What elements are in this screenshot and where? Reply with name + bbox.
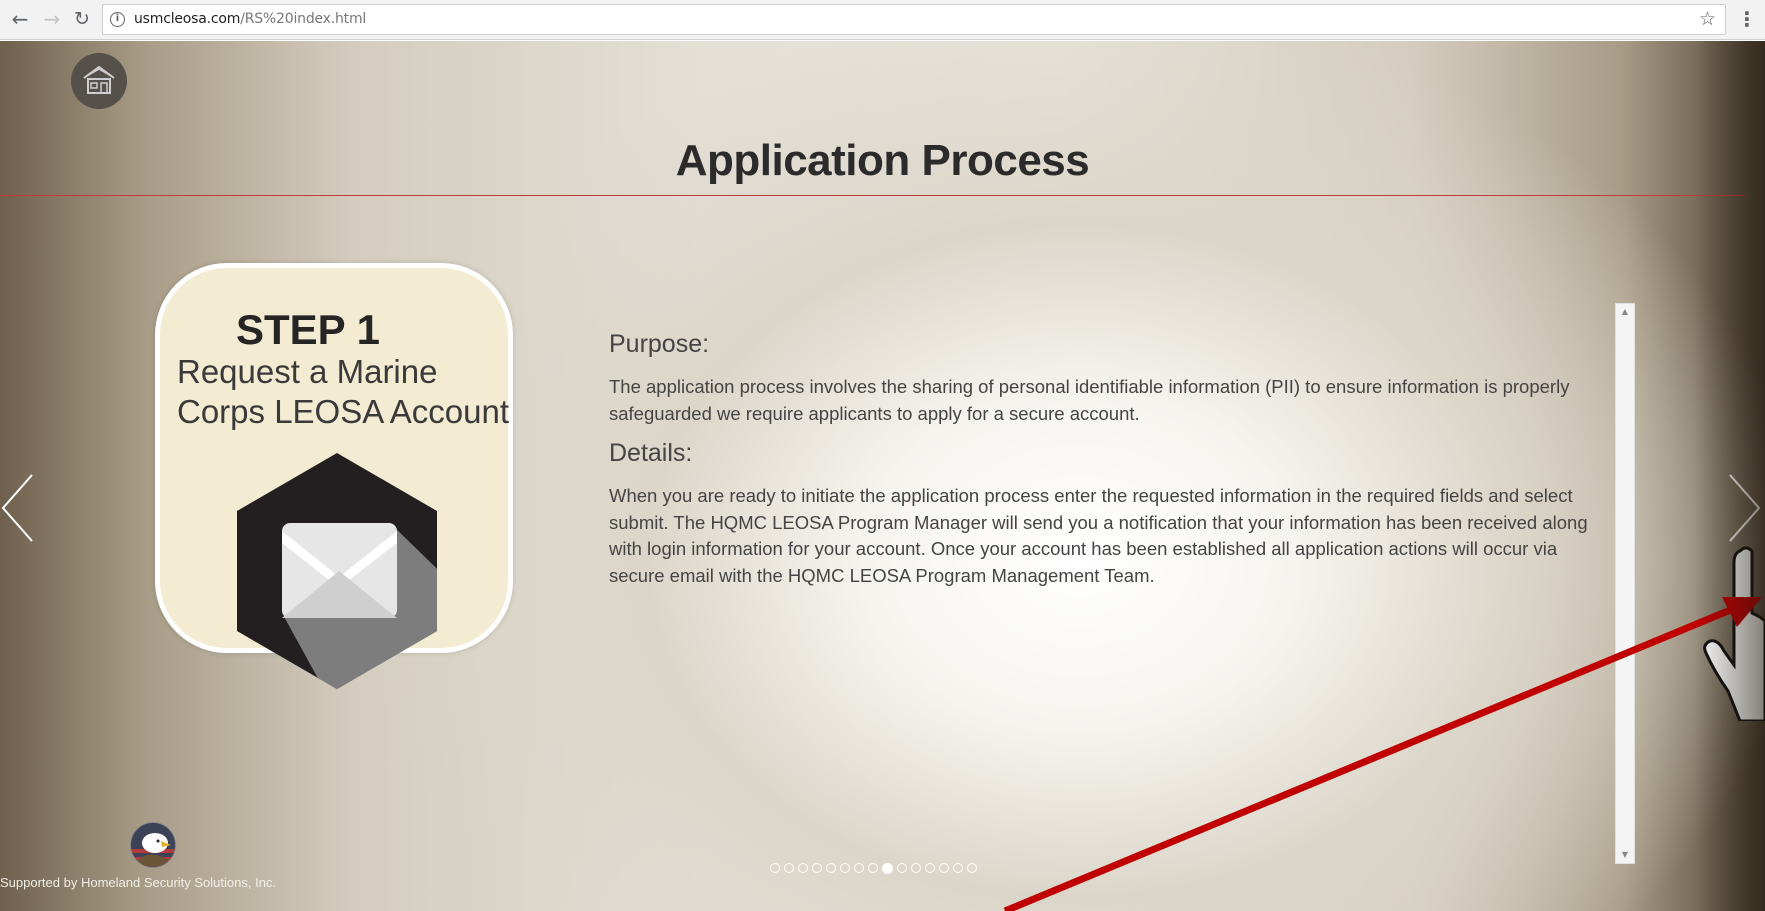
step-subtitle: Request a Marine Corps LEOSA Account [177,353,510,430]
eagle-logo [130,822,176,868]
slide-pagination [770,861,977,875]
pagination-dot[interactable] [854,863,864,873]
browser-toolbar: ← → ↻ i usmcleosa.com/RS%20index.html ☆ … [0,0,1765,40]
address-bar[interactable]: i usmcleosa.com/RS%20index.html ☆ [102,4,1726,35]
reload-icon[interactable]: ↻ [70,7,94,31]
url-domain: usmcleosa.com [134,11,241,27]
hand-cursor-icon [1703,546,1765,721]
pagination-dot[interactable] [882,862,893,874]
pagination-dot[interactable] [770,863,780,873]
details-text: When you are ready to initiate the appli… [609,485,1588,586]
url-path: /RS%20index.html [240,11,367,27]
envelope-icon [237,453,437,689]
details-heading: Details: [609,439,693,467]
home-button[interactable] [71,53,127,109]
content-scrollbar[interactable]: ▲ ▼ [1615,303,1635,864]
pagination-dot[interactable] [925,863,935,873]
pagination-dot[interactable] [897,863,907,873]
purpose-text: The application process involves the sha… [609,376,1570,424]
step-title: STEP 1 [236,306,380,353]
title-divider [0,195,1745,196]
purpose-heading: Purpose: [609,330,710,358]
pagination-dot[interactable] [826,863,836,873]
scroll-up-icon[interactable]: ▲ [1616,304,1634,320]
pagination-dot[interactable] [939,863,949,873]
bookmark-star-icon[interactable]: ☆ [1699,8,1716,30]
pagination-dot[interactable] [953,863,963,873]
pagination-dot[interactable] [840,863,850,873]
content-panel: Purpose: The application process involve… [609,330,1604,589]
pagination-dot[interactable] [911,863,921,873]
forward-arrow-icon[interactable]: → [40,7,64,31]
page-title: Application Process [675,136,1090,185]
back-arrow-icon[interactable]: ← [8,7,32,31]
pagination-dot[interactable] [784,863,794,873]
next-slide-icon[interactable] [1727,473,1765,543]
pagination-dot[interactable] [798,863,808,873]
pagination-dot[interactable] [812,863,822,873]
pagination-dot[interactable] [967,863,977,873]
pagination-dot[interactable] [868,863,878,873]
info-icon[interactable]: i [110,12,125,27]
scroll-down-icon[interactable]: ▼ [1616,847,1634,863]
previous-slide-icon[interactable] [0,473,40,543]
url-text: usmcleosa.com/RS%20index.html [134,11,366,27]
kebab-menu-icon[interactable]: ⋮ [1735,7,1759,31]
footer-credit: Supported by Homeland Security Solutions… [0,875,277,890]
home-icon [83,65,115,94]
slide-page: Application Process STEP 1 Request a Mar… [0,41,1765,911]
